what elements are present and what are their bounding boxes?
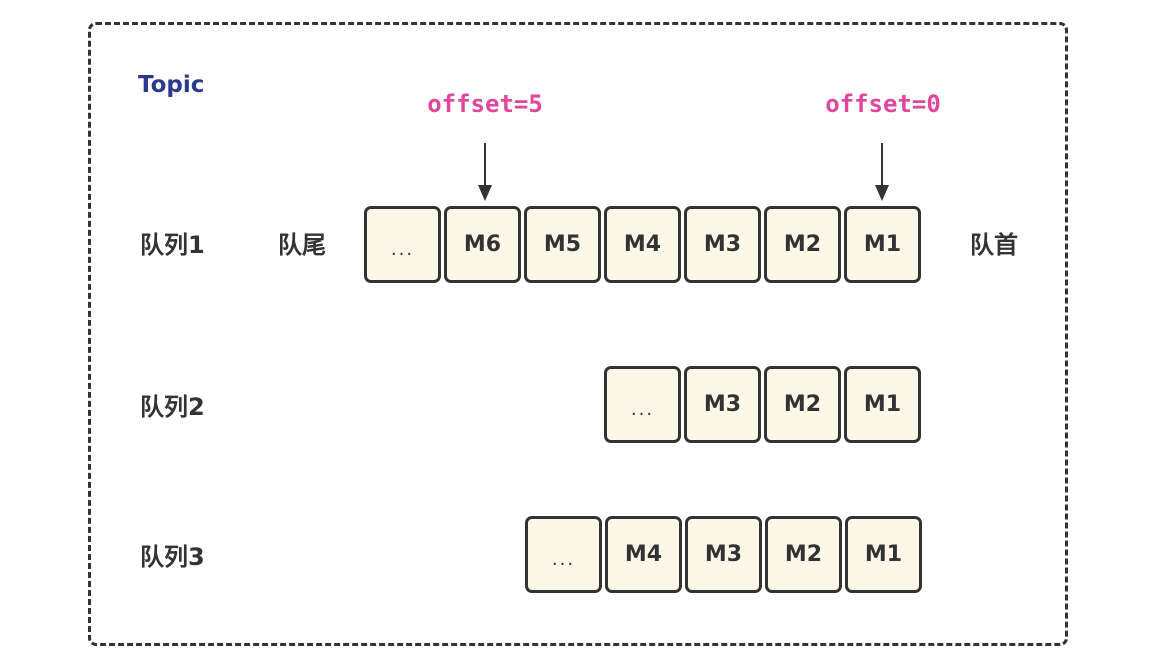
- message-cell: M3: [684, 206, 761, 283]
- message-cell-ellipsis: ...: [604, 366, 681, 443]
- queue-1-label: 队列1: [140, 231, 205, 259]
- message-cell: M1: [844, 206, 921, 283]
- message-cell: M3: [685, 516, 762, 593]
- queue-3: ... M4 M3 M2 M1: [525, 516, 922, 593]
- message-cell: M3: [684, 366, 761, 443]
- queue-tail-label: 队尾: [278, 231, 326, 259]
- message-cell: M5: [524, 206, 601, 283]
- queue-2: ... M3 M2 M1: [604, 366, 921, 443]
- message-cell-ellipsis: ...: [525, 516, 602, 593]
- message-cell: M1: [844, 366, 921, 443]
- message-cell: M2: [765, 516, 842, 593]
- offset-label-right: offset=0: [825, 90, 941, 118]
- message-cell: M2: [764, 206, 841, 283]
- message-cell: M4: [604, 206, 681, 283]
- down-arrow-icon: [872, 143, 892, 203]
- offset-label-left: offset=5: [427, 90, 543, 118]
- topic-title: Topic: [138, 72, 205, 98]
- down-arrow-icon: [475, 143, 495, 203]
- message-cell: M6: [444, 206, 521, 283]
- queue-1: ... M6 M5 M4 M3 M2 M1: [364, 206, 921, 283]
- queue-3-label: 队列3: [140, 543, 205, 571]
- message-cell: M2: [764, 366, 841, 443]
- message-cell: M4: [605, 516, 682, 593]
- message-cell-ellipsis: ...: [364, 206, 441, 283]
- message-cell: M1: [845, 516, 922, 593]
- queue-head-label: 队首: [970, 231, 1018, 259]
- queue-2-label: 队列2: [140, 393, 205, 421]
